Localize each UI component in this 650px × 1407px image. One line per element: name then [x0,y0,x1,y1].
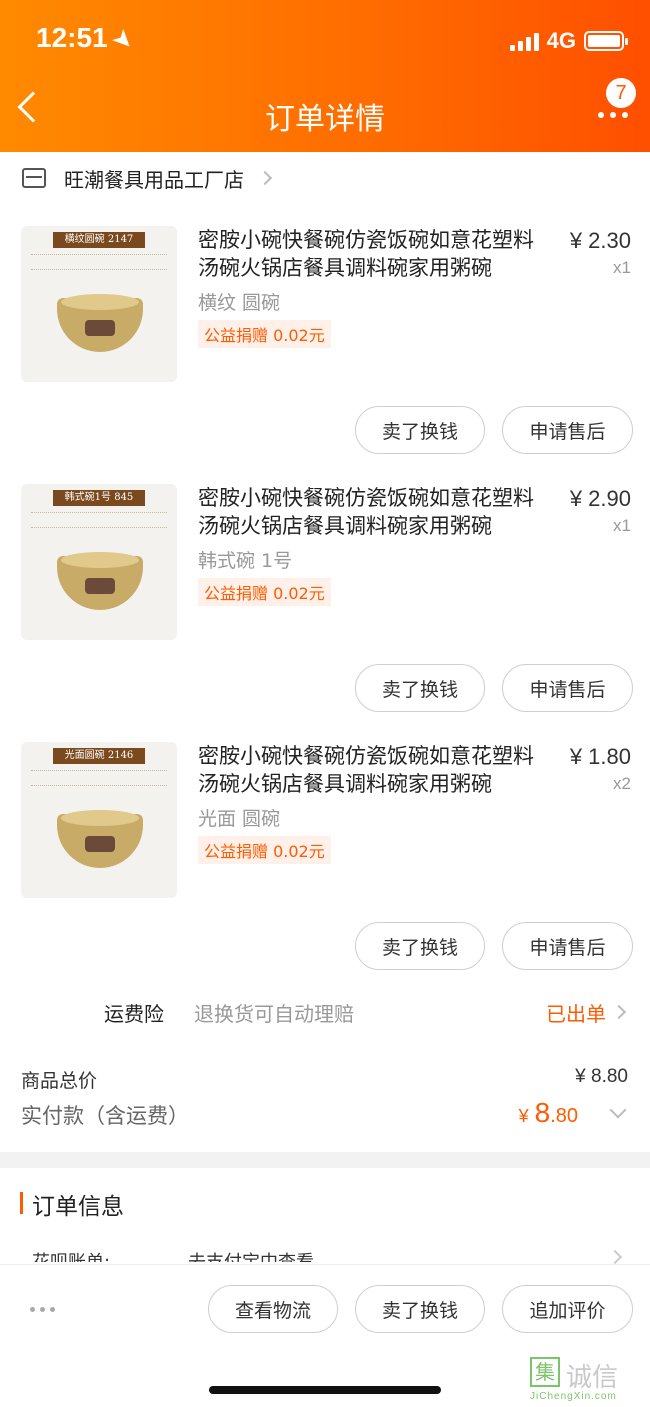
sell-button[interactable]: 卖了换钱 [355,406,485,454]
chevron-right-icon [607,1249,623,1265]
product-price: ¥ 2.30 [569,228,631,253]
donation-tag: 公益捐赠 0.02元 [198,320,331,348]
insurance-description: 退换货可自动理赔 [194,1002,354,1026]
huabei-label: 花呗账单: [32,1248,110,1262]
add-review-button[interactable]: 追加评价 [502,1285,633,1333]
paid-decimal: .80 [550,1105,578,1127]
product-quantity: x2 [613,774,631,793]
chevron-right-icon [257,170,273,186]
insurance-label: 运费险 [104,1002,164,1026]
status-time: 12:51➤ [36,22,139,55]
order-info-title: 订单信息 [32,1194,124,1220]
more-options-icon[interactable] [30,1307,55,1312]
paid-amount-label: 实付款（含运费） [21,1104,189,1128]
product-image[interactable]: 光面圆碗 2146 [21,742,177,898]
product-image[interactable]: 横纹圆碗 2147 [21,226,177,382]
product-variant: 光面 圆碗 [198,808,281,830]
more-icon[interactable] [598,112,628,118]
sell-button[interactable]: 卖了换钱 [355,1285,485,1333]
view-logistics-button[interactable]: 查看物流 [208,1285,338,1333]
network-type: 4G [546,28,576,53]
product-image-tag: 韩式碗1号 845 [53,490,145,506]
goods-total-label: 商品总价 [21,1070,98,1092]
location-arrow-icon: ➤ [107,24,139,56]
paid-amount-value: ¥8.80 [519,1097,578,1129]
after-sale-button[interactable]: 申请售后 [502,664,633,712]
store-icon [22,168,46,188]
product-variant: 韩式碗 1号 [198,550,293,572]
status-indicators: 4G [509,28,628,54]
product-image-tag: 光面圆碗 2146 [53,748,145,764]
section-accent-bar [20,1192,23,1214]
bowl-picture [57,552,143,610]
product-title[interactable]: 密胺小碗快餐碗仿瓷饭碗如意花塑料汤碗火锅店餐具调料碗家用粥碗 [198,226,548,282]
section-divider [0,1152,650,1168]
header: 12:51➤ 4G 订单详情 7 [0,0,650,152]
product-price: ¥ 1.80 [569,744,631,769]
insurance-status: 已出单 [546,1002,606,1026]
product-image[interactable]: 韩式碗1号 845 [21,484,177,640]
shop-row[interactable]: 旺潮餐具用品工厂店 [0,152,650,204]
bottom-action-bar: 查看物流 卖了换钱 追加评价 集 诚信 JiChengXin.com [0,1264,650,1407]
donation-tag: 公益捐赠 0.02元 [198,836,331,864]
paid-currency: ¥ [518,1106,529,1126]
sell-button[interactable]: 卖了换钱 [355,922,485,970]
after-sale-button[interactable]: 申请售后 [502,922,633,970]
product-quantity: x1 [613,258,631,277]
paid-integer: 8 [534,1097,551,1128]
watermark-logo: 集 诚信 JiChengXin.com [530,1357,640,1405]
after-sale-button[interactable]: 申请售后 [502,406,633,454]
signal-icon [509,31,539,51]
bowl-picture [57,810,143,868]
chevron-down-icon[interactable] [609,1101,627,1119]
shipping-insurance-row[interactable]: 运费险 退换货可自动理赔 已出单 [0,992,650,1032]
product-image-tag: 横纹圆碗 2147 [53,232,145,248]
status-time-text: 12:51 [36,22,108,53]
product-title[interactable]: 密胺小碗快餐碗仿瓷饭碗如意花塑料汤碗火锅店餐具调料碗家用粥碗 [198,484,548,540]
battery-icon [584,31,628,51]
product-title[interactable]: 密胺小碗快餐碗仿瓷饭碗如意花塑料汤碗火锅店餐具调料碗家用粥碗 [198,742,548,798]
shop-name: 旺潮餐具用品工厂店 [64,167,244,192]
product-price: ¥ 2.90 [569,486,631,511]
product-variant: 横纹 圆碗 [198,292,281,314]
bowl-picture [57,294,143,352]
chevron-right-icon [611,1004,627,1020]
home-indicator[interactable] [209,1386,441,1394]
goods-total-value: ¥ 8.80 [575,1066,628,1087]
product-quantity: x1 [613,516,631,535]
notification-badge: 7 [606,78,636,108]
donation-tag: 公益捐赠 0.02元 [198,578,331,606]
page-title: 订单详情 [265,102,385,137]
huabei-value[interactable]: 去支付宝中查看 [188,1248,314,1262]
sell-button[interactable]: 卖了换钱 [355,664,485,712]
